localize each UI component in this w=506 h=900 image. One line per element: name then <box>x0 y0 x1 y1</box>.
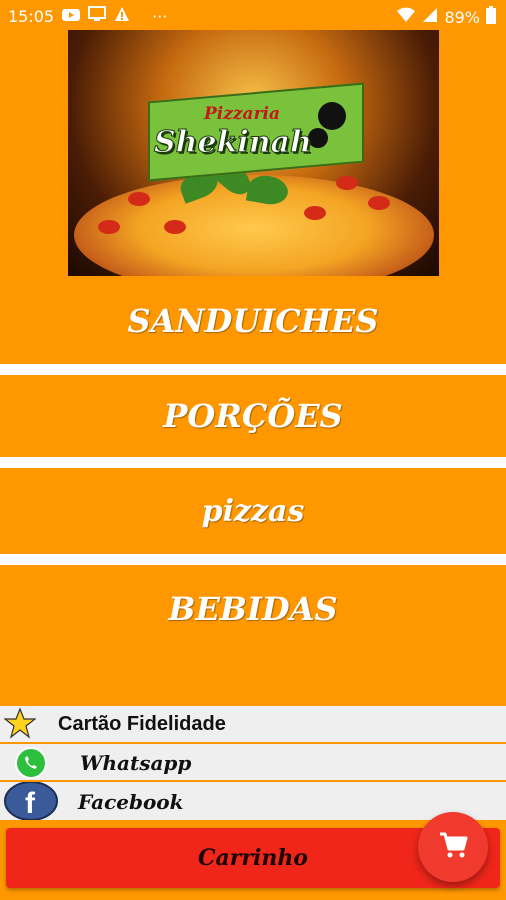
warning-icon <box>114 6 130 26</box>
more-notifications-icon: ··· <box>152 6 168 26</box>
battery-icon <box>486 6 496 28</box>
ant-mascot <box>318 102 346 130</box>
svg-text:f: f <box>25 787 36 820</box>
list-item-cartao-fidelidade[interactable]: Cartão Fidelidade <box>0 706 506 742</box>
list-item-label: Cartão Fidelidade <box>58 713 226 735</box>
star-icon <box>3 707 37 743</box>
youtube-icon <box>62 7 81 26</box>
menu-bebidas-button[interactable]: BEBIDAS <box>0 565 506 653</box>
list-item-whatsapp[interactable]: Whatsapp <box>0 744 506 780</box>
facebook-icon: f <box>4 781 58 824</box>
pizzeria-banner-image: Pizzaria Shekinah <box>68 30 439 276</box>
screen-cast-icon <box>88 6 107 26</box>
menu-pizzas-button[interactable]: pizzas <box>0 468 506 554</box>
battery-percent: 89% <box>444 7 480 27</box>
shopping-cart-icon <box>437 829 469 865</box>
logo-subtitle: Pizzaria <box>204 104 280 124</box>
divider <box>0 554 506 565</box>
menu-sanduiches-button[interactable]: SANDUICHES <box>0 278 506 364</box>
status-bar: 15:05 ··· 89% <box>0 0 506 32</box>
status-time: 15:05 <box>8 6 55 26</box>
list-item-label: Facebook <box>78 790 184 814</box>
menu-porcoes-button[interactable]: PORÇÕES <box>0 375 506 457</box>
cart-fab-button[interactable] <box>418 812 488 882</box>
wifi-icon <box>396 7 416 27</box>
divider <box>0 364 506 375</box>
list-item-facebook[interactable]: f Facebook <box>0 781 506 821</box>
divider <box>0 457 506 468</box>
whatsapp-icon <box>14 746 48 784</box>
list-item-label: Whatsapp <box>80 751 192 775</box>
signal-icon <box>422 7 438 27</box>
logo-name: Shekinah <box>154 125 313 161</box>
